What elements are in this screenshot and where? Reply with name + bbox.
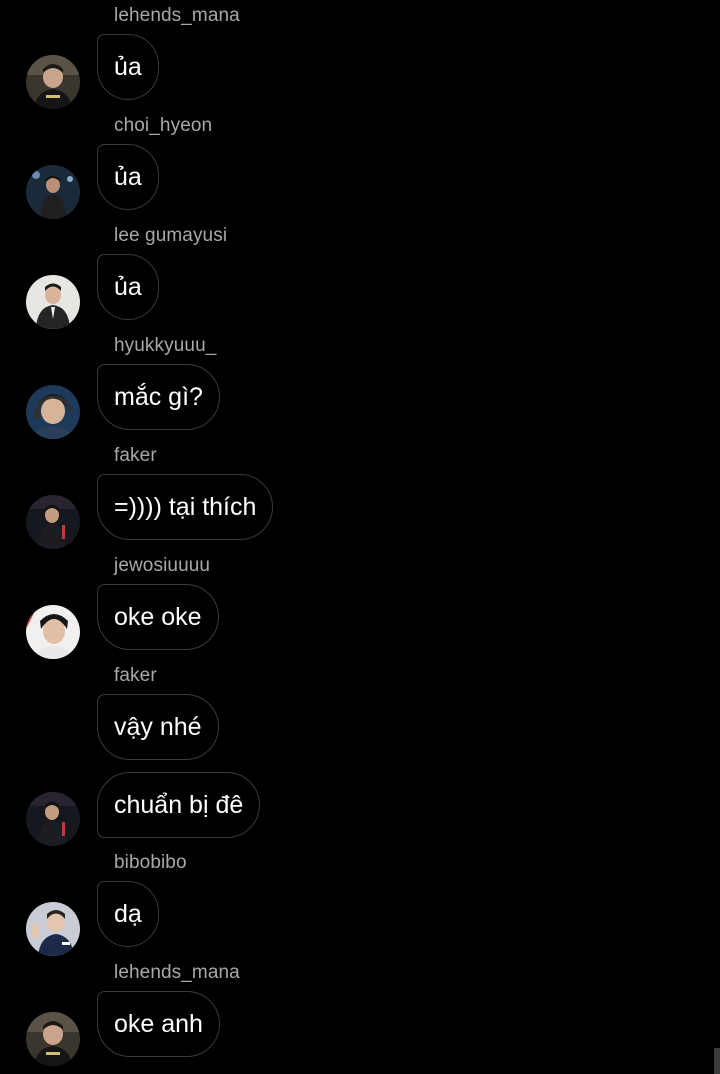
message-text: =)))) tại thích bbox=[114, 493, 257, 521]
message-bubble[interactable]: =)))) tại thích bbox=[97, 474, 274, 540]
message-bubble[interactable]: ủa bbox=[97, 254, 159, 320]
message-text: ủa bbox=[114, 53, 142, 81]
sender-name: bibobibo bbox=[114, 852, 187, 873]
sender-name: hyukkyuuu_ bbox=[114, 335, 217, 356]
message-text: vậy nhé bbox=[114, 713, 202, 741]
sender-name: lee gumayusi bbox=[114, 225, 228, 246]
user-avatar[interactable] bbox=[26, 1012, 80, 1066]
user-avatar[interactable] bbox=[26, 495, 80, 549]
message-text: ủa bbox=[114, 163, 142, 191]
message-bubble[interactable]: ủa bbox=[97, 144, 159, 210]
user-avatar[interactable] bbox=[26, 385, 80, 439]
sender-name: lehends_mana bbox=[114, 5, 240, 26]
message-bubble[interactable]: ủa bbox=[97, 34, 159, 100]
sender-name: jewosiuuuu bbox=[114, 555, 211, 576]
user-avatar[interactable] bbox=[26, 792, 80, 846]
message-text: chuẩn bị đê bbox=[114, 791, 244, 819]
message-bubble[interactable]: mắc gì? bbox=[97, 364, 220, 430]
user-avatar[interactable] bbox=[26, 902, 80, 956]
message-text: oke oke bbox=[114, 603, 202, 631]
user-avatar[interactable] bbox=[26, 55, 80, 109]
sender-name: lehends_mana bbox=[114, 962, 240, 983]
scrollbar-thumb[interactable] bbox=[714, 1048, 720, 1074]
chat-thread[interactable]: lehends_mana ủa choi_hyeon ủa lee gumayu… bbox=[0, 0, 720, 1074]
message-bubble[interactable]: oke oke bbox=[97, 584, 219, 650]
sender-name: faker bbox=[114, 445, 157, 466]
user-avatar[interactable] bbox=[26, 605, 80, 659]
sender-name: faker bbox=[114, 665, 157, 686]
message-bubble[interactable]: oke anh bbox=[97, 991, 220, 1057]
message-bubble[interactable]: dạ bbox=[97, 881, 159, 947]
message-bubble[interactable]: chuẩn bị đê bbox=[97, 772, 261, 838]
sender-name: choi_hyeon bbox=[114, 115, 213, 136]
message-text: mắc gì? bbox=[114, 383, 203, 411]
user-avatar[interactable] bbox=[26, 275, 80, 329]
message-text: oke anh bbox=[114, 1010, 203, 1038]
message-text: ủa bbox=[114, 273, 142, 301]
user-avatar[interactable] bbox=[26, 165, 80, 219]
message-text: dạ bbox=[114, 900, 142, 928]
message-bubble[interactable]: vậy nhé bbox=[97, 694, 219, 760]
